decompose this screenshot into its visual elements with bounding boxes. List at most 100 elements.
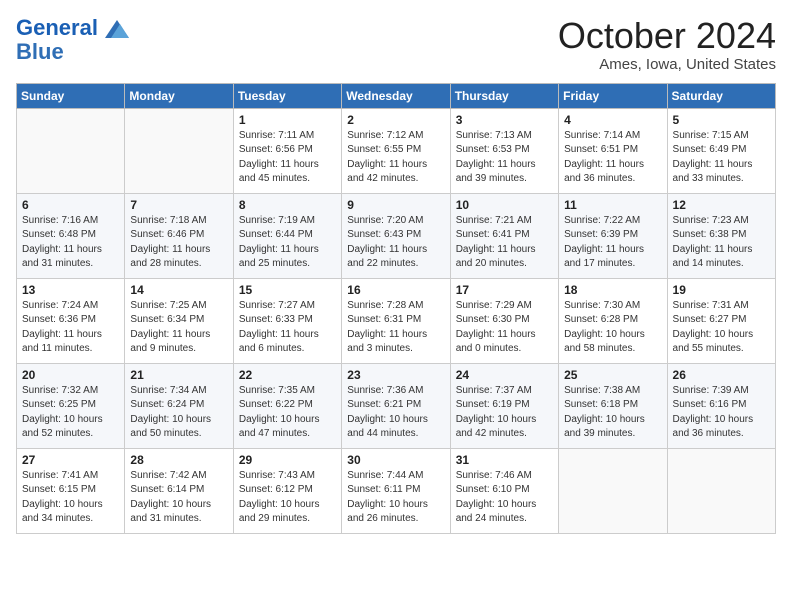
logo-blue: Blue (16, 40, 129, 64)
day-info: Sunrise: 7:24 AM Sunset: 6:36 PM Dayligh… (22, 299, 119, 357)
calendar-cell (667, 448, 775, 533)
location: Ames, Iowa, United States (558, 56, 776, 73)
day-number: 23 (347, 368, 444, 382)
day-number: 3 (456, 113, 553, 127)
day-number: 7 (130, 198, 227, 212)
day-number: 11 (564, 198, 661, 212)
day-info: Sunrise: 7:46 AM Sunset: 6:10 PM Dayligh… (456, 469, 553, 527)
day-info: Sunrise: 7:20 AM Sunset: 6:43 PM Dayligh… (347, 214, 444, 272)
day-number: 19 (673, 283, 770, 297)
day-info: Sunrise: 7:36 AM Sunset: 6:21 PM Dayligh… (347, 384, 444, 442)
logo-text: General (16, 16, 129, 40)
day-number: 22 (239, 368, 336, 382)
day-number: 29 (239, 453, 336, 467)
day-number: 5 (673, 113, 770, 127)
day-number: 27 (22, 453, 119, 467)
calendar-cell: 26 Sunrise: 7:39 AM Sunset: 6:16 PM Dayli… (667, 363, 775, 448)
day-info: Sunrise: 7:35 AM Sunset: 6:22 PM Dayligh… (239, 384, 336, 442)
calendar-container: General Blue October 2024 Ames, Iowa, Un… (0, 0, 792, 542)
title-block: October 2024 Ames, Iowa, United States (558, 16, 776, 73)
calendar-cell: 27 Sunrise: 7:41 AM Sunset: 6:15 PM Dayli… (17, 448, 125, 533)
logo: General Blue (16, 16, 129, 64)
day-number: 4 (564, 113, 661, 127)
day-of-week-header: Friday (559, 83, 667, 108)
day-number: 2 (347, 113, 444, 127)
day-of-week-header: Thursday (450, 83, 558, 108)
day-number: 14 (130, 283, 227, 297)
calendar-header-row: SundayMondayTuesdayWednesdayThursdayFrid… (17, 83, 776, 108)
day-number: 26 (673, 368, 770, 382)
day-info: Sunrise: 7:39 AM Sunset: 6:16 PM Dayligh… (673, 384, 770, 442)
day-info: Sunrise: 7:13 AM Sunset: 6:53 PM Dayligh… (456, 129, 553, 187)
calendar-cell: 24 Sunrise: 7:37 AM Sunset: 6:19 PM Dayli… (450, 363, 558, 448)
day-number: 18 (564, 283, 661, 297)
calendar-cell: 29 Sunrise: 7:43 AM Sunset: 6:12 PM Dayli… (233, 448, 341, 533)
day-info: Sunrise: 7:14 AM Sunset: 6:51 PM Dayligh… (564, 129, 661, 187)
day-number: 6 (22, 198, 119, 212)
day-info: Sunrise: 7:34 AM Sunset: 6:24 PM Dayligh… (130, 384, 227, 442)
day-info: Sunrise: 7:44 AM Sunset: 6:11 PM Dayligh… (347, 469, 444, 527)
day-info: Sunrise: 7:12 AM Sunset: 6:55 PM Dayligh… (347, 129, 444, 187)
calendar-week-row: 13 Sunrise: 7:24 AM Sunset: 6:36 PM Dayli… (17, 278, 776, 363)
day-info: Sunrise: 7:37 AM Sunset: 6:19 PM Dayligh… (456, 384, 553, 442)
calendar-cell (559, 448, 667, 533)
header: General Blue October 2024 Ames, Iowa, Un… (16, 16, 776, 73)
day-number: 8 (239, 198, 336, 212)
calendar-table: SundayMondayTuesdayWednesdayThursdayFrid… (16, 83, 776, 534)
day-info: Sunrise: 7:31 AM Sunset: 6:27 PM Dayligh… (673, 299, 770, 357)
day-info: Sunrise: 7:15 AM Sunset: 6:49 PM Dayligh… (673, 129, 770, 187)
day-number: 10 (456, 198, 553, 212)
calendar-cell: 1 Sunrise: 7:11 AM Sunset: 6:56 PM Daylig… (233, 108, 341, 193)
calendar-cell: 18Sunrise: 7:30 AM Sunset: 6:28 PM Dayli… (559, 278, 667, 363)
calendar-week-row: 1 Sunrise: 7:11 AM Sunset: 6:56 PM Daylig… (17, 108, 776, 193)
calendar-cell: 17 Sunrise: 7:29 AM Sunset: 6:30 PM Dayli… (450, 278, 558, 363)
day-info: Sunrise: 7:42 AM Sunset: 6:14 PM Dayligh… (130, 469, 227, 527)
calendar-cell: 22 Sunrise: 7:35 AM Sunset: 6:22 PM Dayli… (233, 363, 341, 448)
day-info: Sunrise: 7:18 AM Sunset: 6:46 PM Dayligh… (130, 214, 227, 272)
calendar-week-row: 27 Sunrise: 7:41 AM Sunset: 6:15 PM Dayli… (17, 448, 776, 533)
calendar-cell: 3 Sunrise: 7:13 AM Sunset: 6:53 PM Daylig… (450, 108, 558, 193)
day-info: Sunrise: 7:29 AM Sunset: 6:30 PM Dayligh… (456, 299, 553, 357)
calendar-cell: 13 Sunrise: 7:24 AM Sunset: 6:36 PM Dayli… (17, 278, 125, 363)
day-info: Sunrise: 7:16 AM Sunset: 6:48 PM Dayligh… (22, 214, 119, 272)
day-info: Sunrise: 7:21 AM Sunset: 6:41 PM Dayligh… (456, 214, 553, 272)
day-number: 1 (239, 113, 336, 127)
day-info: Sunrise: 7:41 AM Sunset: 6:15 PM Dayligh… (22, 469, 119, 527)
calendar-cell: 12Sunrise: 7:23 AM Sunset: 6:38 PM Dayli… (667, 193, 775, 278)
day-info: Sunrise: 7:38 AM Sunset: 6:18 PM Dayligh… (564, 384, 661, 442)
day-number: 21 (130, 368, 227, 382)
day-number: 13 (22, 283, 119, 297)
calendar-cell: 19 Sunrise: 7:31 AM Sunset: 6:27 PM Dayli… (667, 278, 775, 363)
day-number: 20 (22, 368, 119, 382)
day-of-week-header: Sunday (17, 83, 125, 108)
logo-icon (105, 20, 129, 38)
day-info: Sunrise: 7:19 AM Sunset: 6:44 PM Dayligh… (239, 214, 336, 272)
calendar-cell: 16Sunrise: 7:28 AM Sunset: 6:31 PM Dayli… (342, 278, 450, 363)
day-info: Sunrise: 7:32 AM Sunset: 6:25 PM Dayligh… (22, 384, 119, 442)
day-number: 25 (564, 368, 661, 382)
calendar-cell: 21 Sunrise: 7:34 AM Sunset: 6:24 PM Dayli… (125, 363, 233, 448)
calendar-week-row: 20 Sunrise: 7:32 AM Sunset: 6:25 PM Dayli… (17, 363, 776, 448)
day-number: 30 (347, 453, 444, 467)
calendar-cell: 23 Sunrise: 7:36 AM Sunset: 6:21 PM Dayli… (342, 363, 450, 448)
calendar-cell: 28 Sunrise: 7:42 AM Sunset: 6:14 PM Dayli… (125, 448, 233, 533)
day-info: Sunrise: 7:43 AM Sunset: 6:12 PM Dayligh… (239, 469, 336, 527)
day-number: 17 (456, 283, 553, 297)
day-of-week-header: Saturday (667, 83, 775, 108)
day-info: Sunrise: 7:25 AM Sunset: 6:34 PM Dayligh… (130, 299, 227, 357)
calendar-cell: 11 Sunrise: 7:22 AM Sunset: 6:39 PM Dayli… (559, 193, 667, 278)
calendar-cell: 10 Sunrise: 7:21 AM Sunset: 6:41 PM Dayli… (450, 193, 558, 278)
day-number: 24 (456, 368, 553, 382)
day-number: 16 (347, 283, 444, 297)
calendar-cell: 7 Sunrise: 7:18 AM Sunset: 6:46 PM Daylig… (125, 193, 233, 278)
day-info: Sunrise: 7:11 AM Sunset: 6:56 PM Dayligh… (239, 129, 336, 187)
calendar-cell: 4 Sunrise: 7:14 AM Sunset: 6:51 PM Daylig… (559, 108, 667, 193)
calendar-cell: 20 Sunrise: 7:32 AM Sunset: 6:25 PM Dayli… (17, 363, 125, 448)
day-info: Sunrise: 7:22 AM Sunset: 6:39 PM Dayligh… (564, 214, 661, 272)
day-of-week-header: Monday (125, 83, 233, 108)
calendar-cell (125, 108, 233, 193)
calendar-cell: 14 Sunrise: 7:25 AM Sunset: 6:34 PM Dayli… (125, 278, 233, 363)
calendar-cell: 30 Sunrise: 7:44 AM Sunset: 6:11 PM Dayli… (342, 448, 450, 533)
day-number: 28 (130, 453, 227, 467)
calendar-cell: 25 Sunrise: 7:38 AM Sunset: 6:18 PM Dayli… (559, 363, 667, 448)
